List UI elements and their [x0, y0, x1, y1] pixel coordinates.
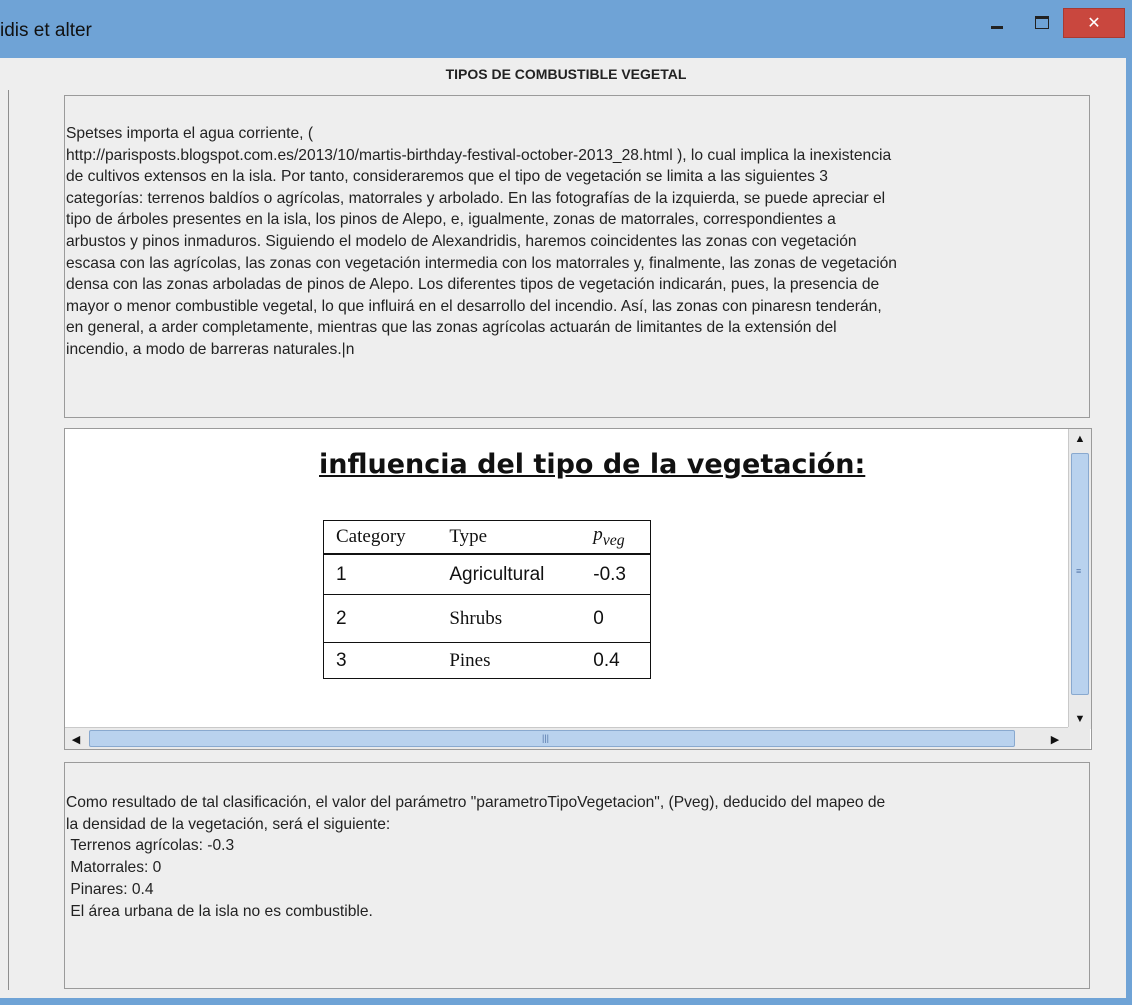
window-title: idis et alter [0, 20, 92, 41]
row-type: Pines [437, 642, 582, 679]
scrollbar-corner [1068, 727, 1090, 749]
horizontal-scrollbar[interactable]: ◀ ||| ▶ [65, 727, 1068, 749]
row-value: 0.4 [581, 642, 651, 679]
row-type: Agricultural [437, 554, 582, 595]
header-category: Category [323, 520, 438, 555]
row-value: -0.3 [581, 554, 651, 595]
scroll-up-arrow-icon[interactable]: ▲ [1069, 429, 1091, 449]
minimize-button[interactable] [983, 8, 1011, 36]
left-panel-edge [0, 90, 9, 990]
vertical-scroll-thumb[interactable]: ≡ [1071, 453, 1089, 695]
header-p-sub: veg [602, 531, 625, 549]
maximize-button[interactable] [1025, 8, 1059, 36]
title-bar[interactable]: idis et alter ✕ [0, 0, 1132, 58]
header-p: p [593, 524, 603, 546]
scroll-right-arrow-icon[interactable]: ▶ [1044, 728, 1066, 749]
vertical-scrollbar[interactable]: ▲ ≡ ▼ [1068, 429, 1091, 729]
close-icon: ✕ [1087, 15, 1101, 32]
grip-icon: ||| [542, 733, 550, 743]
window-border-right [1126, 58, 1132, 1005]
intro-text-panel: Spetses importa el agua corriente, ( htt… [64, 95, 1090, 418]
table-row: 3 Pines 0.4 [323, 642, 651, 679]
maximize-icon [1035, 15, 1049, 29]
row-category: 2 [323, 594, 438, 643]
image-scroll-pane[interactable]: influencia del tipo de la vegetación: Ca… [64, 428, 1092, 750]
table-row: 2 Shrubs 0 [323, 594, 651, 643]
window-border-bottom [0, 998, 1132, 1005]
close-button[interactable]: ✕ [1063, 8, 1125, 38]
table-row: 1 Agricultural -0.3 [323, 554, 651, 595]
grip-icon: ≡ [1076, 566, 1082, 576]
scroll-left-arrow-icon[interactable]: ◀ [65, 728, 87, 749]
header-type: Type [437, 520, 582, 555]
row-value: 0 [581, 594, 651, 643]
vegetation-table: Category Type pveg 1 Agricultural -0.3 2… [323, 520, 651, 679]
row-category: 1 [323, 554, 438, 595]
row-type: Shrubs [437, 594, 582, 643]
header-pveg: pveg [581, 520, 651, 555]
horizontal-scroll-thumb[interactable]: ||| [89, 730, 1015, 747]
image-title: influencia del tipo de la vegetación: [319, 449, 866, 480]
section-heading: TIPOS DE COMBUSTIBLE VEGETAL [445, 66, 687, 82]
intro-text: Spetses importa el agua corriente, ( htt… [66, 125, 897, 358]
result-text: Como resultado de tal clasificación, el … [66, 794, 886, 920]
scroll-down-arrow-icon[interactable]: ▼ [1069, 709, 1091, 729]
minimize-icon [991, 25, 1003, 29]
row-category: 3 [323, 642, 438, 679]
result-text-panel: Como resultado de tal clasificación, el … [64, 762, 1090, 989]
table-header-row: Category Type pveg [323, 520, 651, 555]
